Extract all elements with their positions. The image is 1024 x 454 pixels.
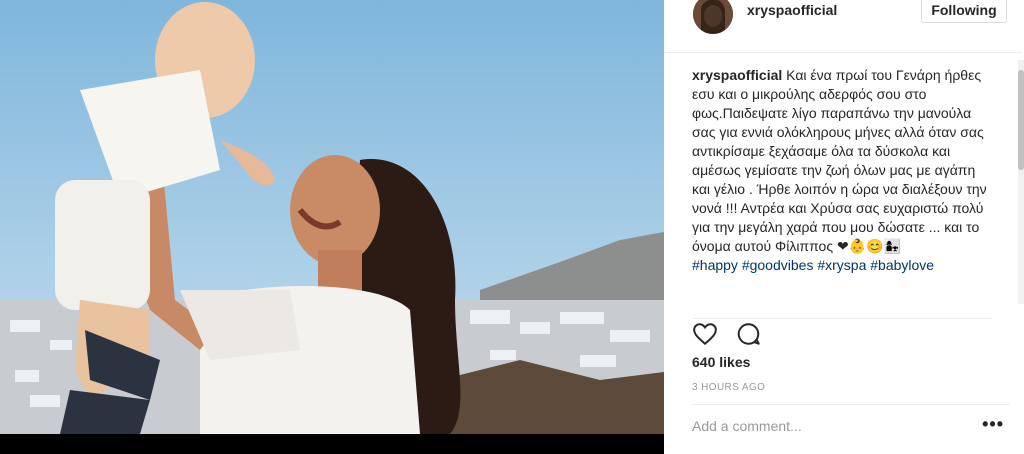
photo-illustration (0, 0, 664, 434)
post-timestamp[interactable]: 3 HOURS AGO (692, 382, 765, 393)
post-side-panel: xryspaofficial Following xryspaofficial … (664, 0, 1024, 454)
post-header: xryspaofficial Following (664, 0, 1022, 53)
hashtag-list: #happy #goodvibes #xryspa #babylove (692, 256, 992, 275)
caption-username[interactable]: xryspaofficial (692, 67, 782, 83)
following-button[interactable]: Following (921, 0, 1007, 23)
hashtag-link[interactable]: #happy (692, 257, 738, 273)
comment-input[interactable] (692, 415, 952, 437)
scroll-thumb[interactable] (1018, 70, 1024, 170)
more-options-icon[interactable]: ••• (982, 415, 1004, 433)
post-actions (692, 318, 992, 347)
caption-scrollbar[interactable] (1018, 60, 1024, 304)
caption-text: Και ένα πρωί του Γενάρη ήρθες εσυ και ο … (692, 67, 987, 254)
hashtag-link[interactable]: #babylove (870, 257, 934, 273)
post-author-username[interactable]: xryspaofficial (747, 2, 837, 18)
comment-bar: ••• (692, 404, 1010, 445)
avatar[interactable] (693, 0, 733, 34)
post-photo[interactable] (0, 0, 664, 434)
post-caption: xryspaofficial Και ένα πρωί του Γενάρη ή… (692, 66, 992, 306)
photo-bottom-strip (0, 434, 664, 454)
comment-icon[interactable] (736, 321, 762, 347)
likes-count[interactable]: 640 likes (692, 354, 750, 370)
heart-icon[interactable] (692, 321, 718, 347)
hashtag-link[interactable]: #xryspa (817, 257, 866, 273)
hashtag-link[interactable]: #goodvibes (742, 257, 814, 273)
